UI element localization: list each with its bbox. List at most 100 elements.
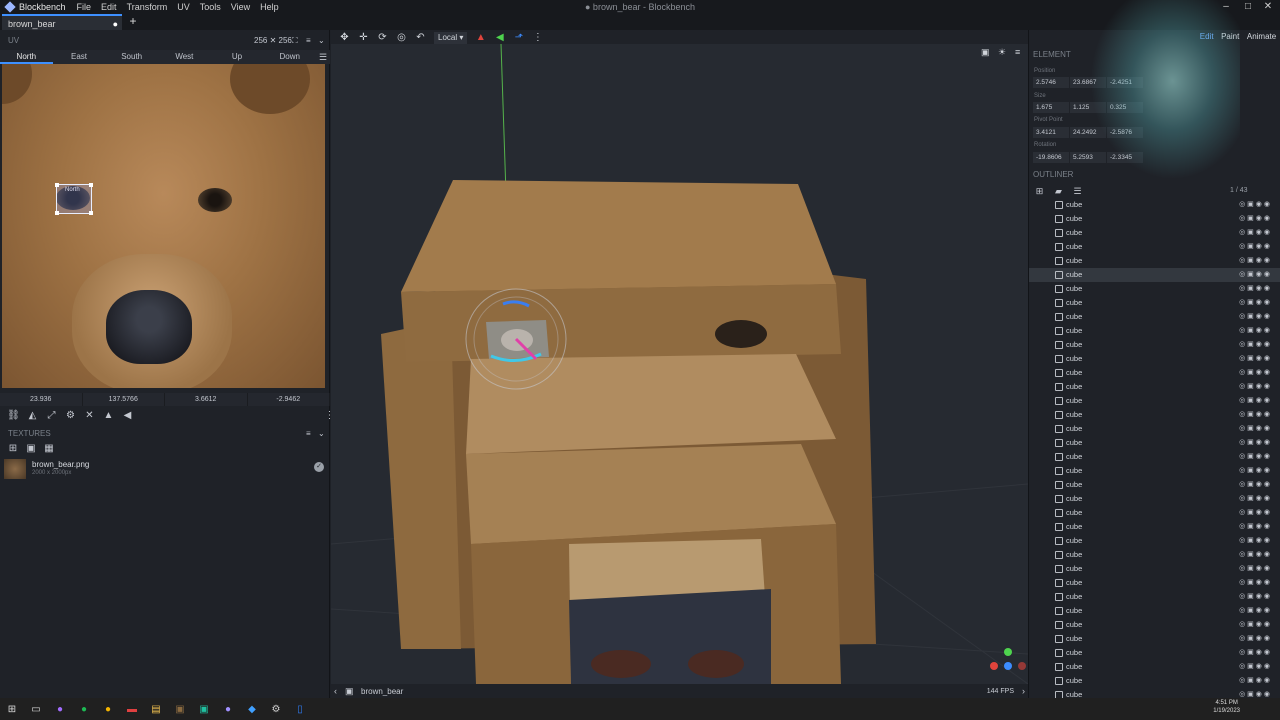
spotify-icon[interactable]: ●	[72, 704, 96, 715]
outliner-item[interactable]: cube ◎▣◉◉	[1029, 394, 1280, 408]
outliner-item[interactable]: cube ◎▣◉◉	[1029, 268, 1280, 282]
outliner-toggle-icons[interactable]: ◎▣◉◉	[1239, 590, 1272, 604]
size-y-input[interactable]: 1.125	[1070, 102, 1106, 113]
outliner-toggle-icons[interactable]: ◎▣◉◉	[1239, 520, 1272, 534]
menu-lines-icon[interactable]: ≡	[306, 429, 311, 438]
blockbench-taskbar-icon[interactable]: ◆	[240, 704, 264, 715]
link-icon[interactable]: ⛓	[4, 410, 23, 421]
new-tab-button[interactable]: +	[126, 14, 140, 30]
import-texture-icon[interactable]: ⊞	[4, 443, 22, 457]
outliner-toggle-icons[interactable]: ◎▣◉◉	[1239, 674, 1272, 688]
axis-y-icon[interactable]: ◀	[490, 32, 509, 43]
outliner-item[interactable]: cube ◎▣◉◉	[1029, 212, 1280, 226]
outliner-toggle-icons[interactable]: ◎▣◉◉	[1239, 548, 1272, 562]
outliner-toggle-icons[interactable]: ◎▣◉◉	[1239, 226, 1272, 240]
task-view-icon[interactable]: ▭	[24, 704, 48, 715]
tab-north[interactable]: North	[0, 50, 53, 64]
move-tool-icon[interactable]: ✥	[335, 32, 354, 43]
more-options-icon[interactable]: ⋮	[528, 32, 547, 43]
outliner-toggle-icons[interactable]: ◎▣◉◉	[1239, 436, 1272, 450]
outliner-toggle-icons[interactable]: ◎▣◉◉	[1239, 450, 1272, 464]
outliner-item[interactable]: cube ◎▣◉◉	[1029, 240, 1280, 254]
outliner-item[interactable]: cube ◎▣◉◉	[1029, 310, 1280, 324]
sort-icon[interactable]: ☰	[1068, 186, 1087, 198]
outliner-item[interactable]: cube ◎▣◉◉	[1029, 520, 1280, 534]
outliner-item[interactable]: cube ◎▣◉◉	[1029, 506, 1280, 520]
outliner-item[interactable]: cube ◎▣◉◉	[1029, 352, 1280, 366]
outliner-item[interactable]: cube ◎▣◉◉	[1029, 646, 1280, 660]
pivot-x-input[interactable]: 3.4121	[1033, 127, 1069, 138]
outliner-item[interactable]: cube ◎▣◉◉	[1029, 408, 1280, 422]
position-z-input[interactable]: -2.4251	[1107, 77, 1143, 88]
uv-selection-box[interactable]: North	[55, 183, 93, 215]
app-icon[interactable]: ▬	[120, 704, 144, 715]
outliner-item[interactable]: cube ◎▣◉◉	[1029, 548, 1280, 562]
rotation-z-input[interactable]: -2.3345	[1107, 152, 1143, 163]
outliner-toggle-icons[interactable]: ◎▣◉◉	[1239, 604, 1272, 618]
menu-lines-icon[interactable]: ≡	[306, 36, 311, 45]
outliner-item[interactable]: cube ◎▣◉◉	[1029, 492, 1280, 506]
tab-animate[interactable]: Animate	[1247, 32, 1276, 44]
camera-icon[interactable]: ▣	[981, 47, 990, 58]
app-icon[interactable]: ▣	[192, 704, 216, 715]
outliner-toggle-icons[interactable]: ◎▣◉◉	[1239, 338, 1272, 352]
outliner-toggle-icons[interactable]: ◎▣◉◉	[1239, 534, 1272, 548]
rotation-y-input[interactable]: 5.2593	[1070, 152, 1106, 163]
uv-size[interactable]: 256 ✕ 256	[254, 36, 292, 45]
app-icon[interactable]: ●	[216, 704, 240, 715]
outliner-item[interactable]: cube ◎▣◉◉	[1029, 366, 1280, 380]
add-group-icon[interactable]: ▰	[1049, 186, 1068, 198]
resize-tool-icon[interactable]: ✛	[354, 32, 373, 43]
tab-west[interactable]: West	[158, 50, 211, 64]
outliner-toggle-icons[interactable]: ◎▣◉◉	[1239, 198, 1272, 212]
menu-help[interactable]: Help	[255, 2, 284, 12]
texture-grid-icon[interactable]: ▦	[40, 443, 58, 457]
outliner-toggle-icons[interactable]: ◎▣◉◉	[1239, 394, 1272, 408]
uv-handle[interactable]	[55, 183, 59, 187]
outliner-toggle-icons[interactable]: ◎▣◉◉	[1239, 646, 1272, 660]
menu-transform[interactable]: Transform	[122, 2, 173, 12]
axis-z-icon[interactable]: ⬏	[509, 32, 528, 43]
outliner-item[interactable]: cube ◎▣◉◉	[1029, 464, 1280, 478]
uv-settings-icon[interactable]: ☰	[316, 50, 330, 64]
outliner-toggle-icons[interactable]: ◎▣◉◉	[1239, 464, 1272, 478]
outliner-item[interactable]: cube ◎▣◉◉	[1029, 478, 1280, 492]
outliner-item[interactable]: cube ◎▣◉◉	[1029, 436, 1280, 450]
outliner-toggle-icons[interactable]: ◎▣◉◉	[1239, 632, 1272, 646]
create-texture-icon[interactable]: ▣	[22, 443, 40, 457]
pivot-z-input[interactable]: -2.5876	[1107, 127, 1143, 138]
outliner-item[interactable]: cube ◎▣◉◉	[1029, 534, 1280, 548]
fill-icon[interactable]: ◭	[23, 410, 42, 421]
add-cube-icon[interactable]: ⊞	[1030, 186, 1049, 198]
outliner-item[interactable]: cube ◎▣◉◉	[1029, 618, 1280, 632]
mirror-y-icon[interactable]: ◀	[118, 410, 137, 421]
document-icon[interactable]: ▯	[288, 704, 312, 715]
tab-up[interactable]: Up	[211, 50, 264, 64]
position-y-input[interactable]: 23.6867	[1070, 77, 1106, 88]
system-clock[interactable]: 4:51 PM 1/19/2023	[1213, 699, 1240, 715]
space-dropdown[interactable]: Local ▾	[434, 31, 468, 44]
menu-file[interactable]: File	[72, 2, 97, 12]
close-icon[interactable]: ✕	[1256, 0, 1280, 14]
chevron-left-icon[interactable]: ‹	[334, 686, 337, 696]
menu-edit[interactable]: Edit	[96, 2, 122, 12]
menu-view[interactable]: View	[226, 2, 255, 12]
outliner-toggle-icons[interactable]: ◎▣◉◉	[1239, 408, 1272, 422]
outliner-toggle-icons[interactable]: ◎▣◉◉	[1239, 296, 1272, 310]
outliner-toggle-icons[interactable]: ◎▣◉◉	[1239, 506, 1272, 520]
position-x-input[interactable]: 2.5746	[1033, 77, 1069, 88]
uv-coord-y[interactable]: 137.5766	[83, 393, 165, 406]
menu-uv[interactable]: UV	[172, 2, 195, 12]
outliner-item[interactable]: cube ◎▣◉◉	[1029, 604, 1280, 618]
outliner-toggle-icons[interactable]: ◎▣◉◉	[1239, 212, 1272, 226]
folder-icon[interactable]: ▤	[144, 704, 168, 715]
outliner-item[interactable]: cube ◎▣◉◉	[1029, 296, 1280, 310]
tab-paint[interactable]: Paint	[1221, 32, 1239, 44]
tab-south[interactable]: South	[105, 50, 158, 64]
menu-lines-icon[interactable]: ≡	[1015, 47, 1020, 57]
axis-x-icon[interactable]: ▲	[471, 32, 490, 43]
texture-item[interactable]: brown_bear.png 2000 x 2000px ✓	[4, 458, 328, 480]
uv-coord-h[interactable]: -2.9462	[248, 393, 330, 406]
outliner-toggle-icons[interactable]: ◎▣◉◉	[1239, 352, 1272, 366]
chevron-down-icon[interactable]: ⌄	[318, 36, 325, 45]
